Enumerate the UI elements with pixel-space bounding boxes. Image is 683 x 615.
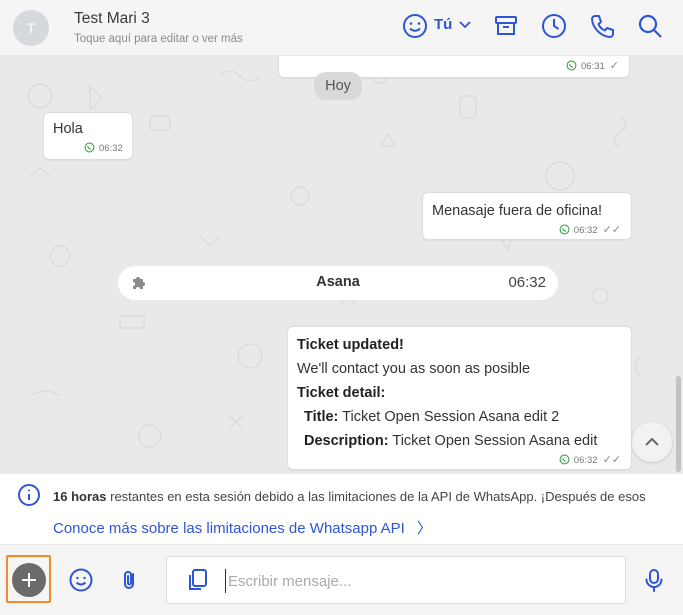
message-meta: 06:32: [84, 142, 123, 154]
message-meta: 06:32 ✓✓: [559, 453, 621, 466]
delivered-check-icon: ✓✓: [602, 224, 621, 236]
ticket-description-value: Ticket Open Session Asana edit: [392, 433, 598, 449]
ticket-title-value: Ticket Open Session Asana edit 2: [342, 409, 560, 425]
integration-event[interactable]: Asana 06:32: [118, 266, 558, 300]
message-text: Menasaje fuera de oficina!: [432, 203, 603, 219]
chevron-down-icon[interactable]: [458, 15, 472, 33]
scroll-up-button[interactable]: [632, 422, 672, 462]
session-info-text: 16 horas restantes en esta sesión debido…: [53, 489, 683, 504]
session-info-banner: 16 horas restantes en esta sesión debido…: [0, 474, 683, 544]
ticket-title-row: Title: Ticket Open Session Asana edit 2: [304, 409, 559, 425]
chat-header: T Test Mari 3 Toque aquí para editar o v…: [0, 0, 683, 56]
templates-icon[interactable]: [184, 567, 210, 593]
ticket-title-label: Title:: [304, 409, 339, 425]
message-time: 06:32: [573, 225, 598, 236]
phone-icon[interactable]: [588, 12, 616, 40]
chevron-right-icon[interactable]: 〉: [417, 520, 432, 537]
chat-area[interactable]: 06:31 ✓ Hoy Hola 06:32 Menasaje fuera de …: [0, 56, 683, 474]
session-hours: 16 horas: [53, 489, 107, 504]
message-time: 06:31: [581, 61, 605, 72]
message-time: 06:32: [99, 143, 123, 154]
day-divider: Hoy: [314, 72, 362, 100]
ticket-description-row: Description: Ticket Open Session Asana e…: [304, 433, 597, 449]
contact-subtitle[interactable]: Toque aquí para editar o ver más: [74, 33, 243, 45]
whatsapp-icon: [566, 60, 577, 71]
delivered-check-icon: ✓✓: [602, 454, 621, 466]
whatsapp-icon: [84, 142, 95, 153]
message-meta: 06:31 ✓: [566, 59, 619, 72]
whatsapp-icon: [559, 224, 570, 235]
message-input-box[interactable]: [166, 556, 626, 604]
info-icon: [18, 484, 40, 506]
session-info-message: restantes en esta sesión debido a las li…: [110, 489, 646, 504]
attach-menu-highlight: [6, 555, 51, 603]
message-input[interactable]: [225, 569, 615, 593]
clock-icon[interactable]: [540, 12, 568, 40]
message-bubble-outgoing[interactable]: Menasaje fuera de oficina! 06:32 ✓✓: [422, 192, 632, 240]
message-time: 06:32: [573, 455, 598, 466]
chevron-up-icon: [645, 437, 659, 446]
emoji-icon[interactable]: [68, 567, 94, 593]
whatsapp-icon: [559, 454, 570, 465]
search-icon[interactable]: [636, 12, 664, 40]
event-time: 06:32: [508, 274, 546, 291]
ticket-message-bubble[interactable]: Ticket updated! We'll contact you as soo…: [287, 326, 632, 470]
microphone-icon[interactable]: [641, 567, 667, 593]
paperclip-icon[interactable]: [117, 567, 143, 593]
scrollbar[interactable]: [676, 376, 681, 472]
ticket-description-label: Description:: [304, 433, 389, 449]
message-text: Hola: [53, 121, 83, 137]
smiley-icon[interactable]: [401, 12, 429, 40]
add-button[interactable]: [12, 563, 46, 597]
info-link-text[interactable]: Conoce más sobre las limitaciones de Wha…: [53, 520, 405, 537]
message-bubble-incoming[interactable]: Hola 06:32: [43, 112, 133, 160]
message-composer: [0, 544, 683, 615]
sent-check-icon: ✓: [609, 60, 619, 72]
message-meta: 06:32 ✓✓: [559, 223, 621, 236]
event-title: Asana: [316, 274, 360, 290]
ticket-detail-heading: Ticket detail:: [297, 385, 386, 401]
whatsapp-api-limits-link[interactable]: Conoce más sobre las limitaciones de Wha…: [53, 517, 432, 538]
archive-icon[interactable]: [492, 12, 520, 40]
contact-name[interactable]: Test Mari 3: [74, 10, 150, 28]
plus-icon: [22, 573, 36, 587]
avatar[interactable]: T: [13, 10, 49, 46]
ticket-line: We'll contact you as soon as posible: [297, 361, 531, 377]
assignee-label[interactable]: Tú: [434, 16, 452, 33]
ticket-heading: Ticket updated!: [297, 337, 404, 353]
